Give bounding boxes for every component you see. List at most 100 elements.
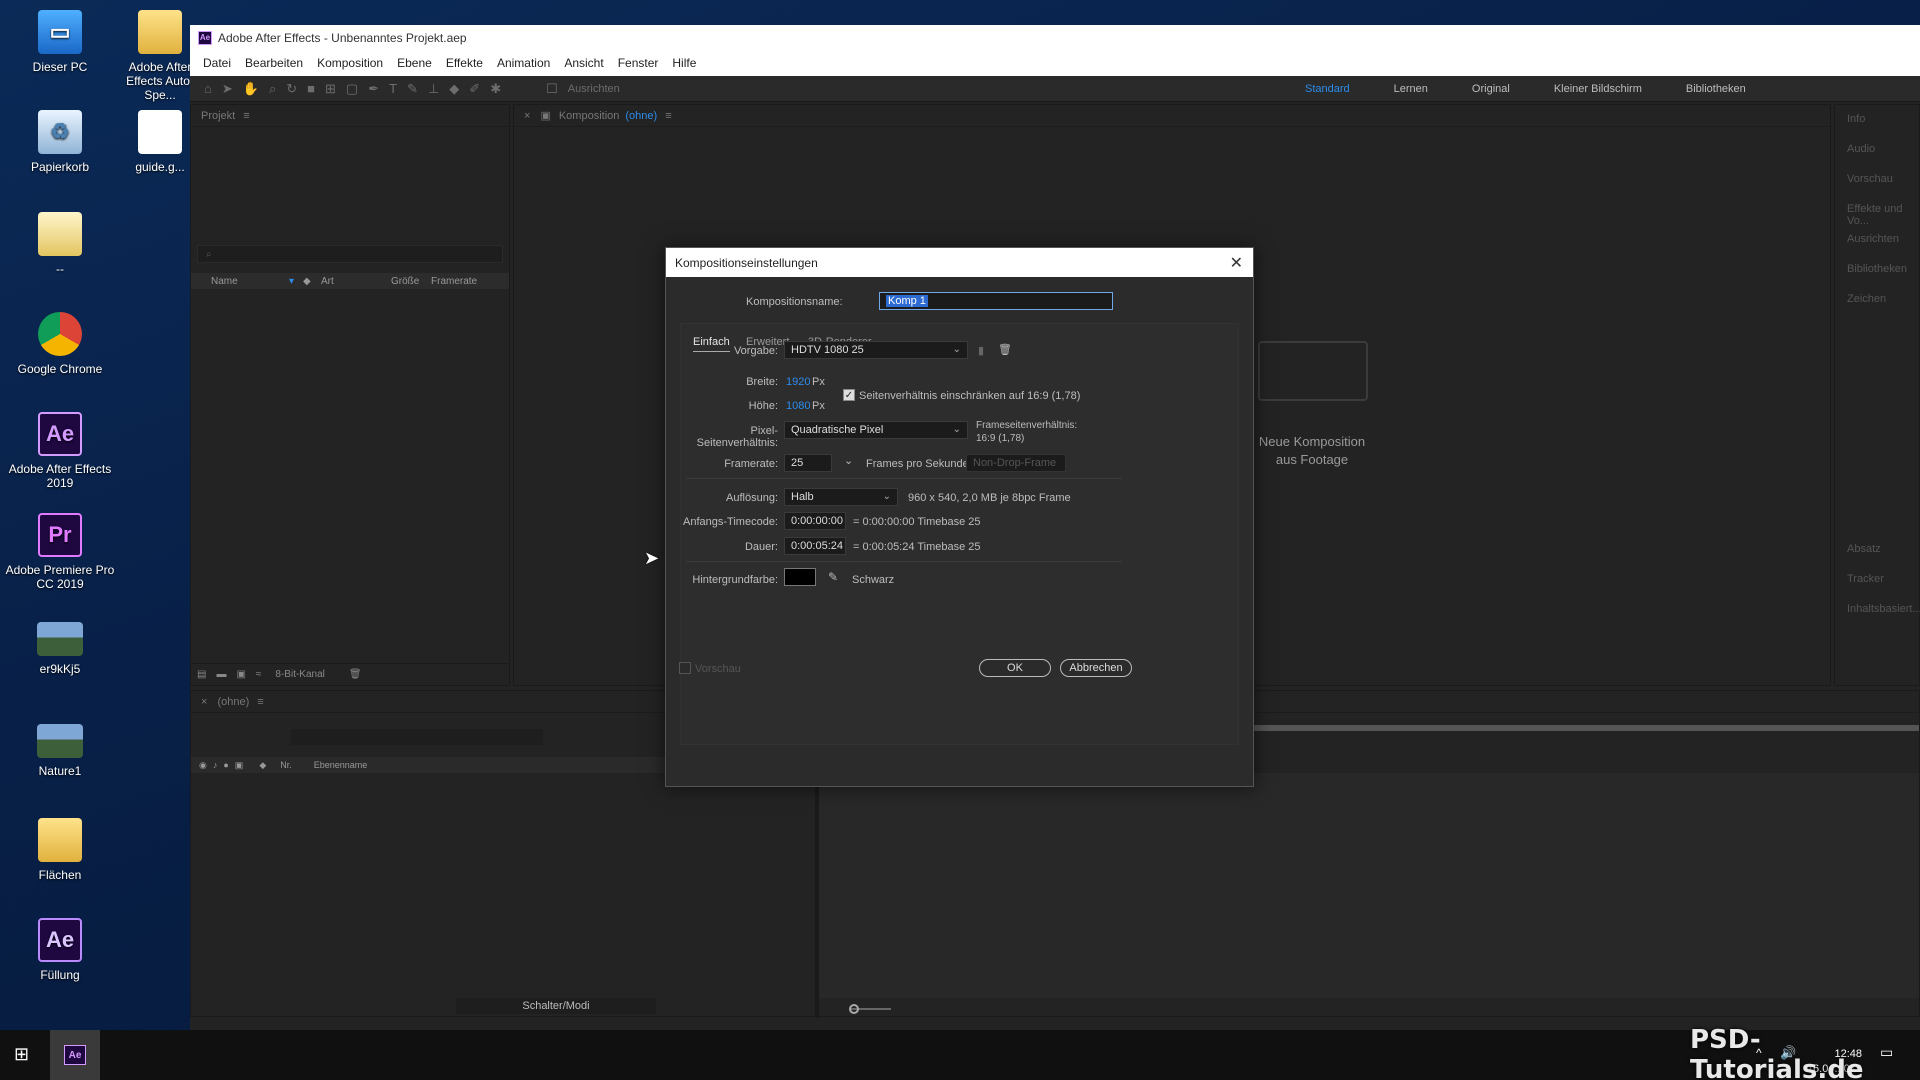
windows-start-icon[interactable]: ⊞ xyxy=(14,1044,29,1065)
width-value[interactable]: 1920 xyxy=(786,376,810,388)
background-color-swatch[interactable] xyxy=(784,568,816,586)
camera-tool-icon[interactable]: ■ xyxy=(307,81,315,96)
menu-icon[interactable]: ≡ xyxy=(243,110,249,122)
column-art[interactable]: Art xyxy=(321,276,391,287)
pixel-aspect-select[interactable]: Quadratische Pixel ⌄ xyxy=(784,421,968,439)
panel-inhaltsbasiert[interactable]: Inhaltsbasiert... xyxy=(1847,603,1920,615)
label-icon[interactable]: ◆ xyxy=(259,760,266,771)
trash-icon[interactable]: 🗑 xyxy=(349,669,362,680)
menu-icon[interactable]: ≡ xyxy=(665,110,671,122)
column-name[interactable]: Name xyxy=(211,276,289,287)
hand-tool-icon[interactable]: ✋ xyxy=(243,81,259,97)
workspace-original[interactable]: Original xyxy=(1472,83,1510,95)
panel-info[interactable]: Info xyxy=(1847,113,1865,125)
label-icon[interactable]: ◆ xyxy=(303,276,321,287)
switches-modes-toggle[interactable]: Schalter/Modi xyxy=(456,998,656,1014)
timeline-tab[interactable]: (ohne) xyxy=(217,696,249,708)
audio-icon[interactable]: ♪ xyxy=(213,760,218,770)
menu-komposition[interactable]: Komposition xyxy=(317,56,383,70)
new-comp-footage-icon[interactable] xyxy=(1258,341,1368,401)
column-groesse[interactable]: Größe xyxy=(391,276,431,287)
close-icon[interactable]: × xyxy=(524,110,530,122)
preview-checkbox[interactable] xyxy=(679,662,691,674)
desktop-icon-after-effects[interactable]: Ae Adobe After Effects 2019 xyxy=(0,412,120,490)
workspace-bibliotheken[interactable]: Bibliotheken xyxy=(1686,83,1746,95)
start-timecode-input[interactable]: 0:00:00:00 xyxy=(784,512,846,530)
close-icon[interactable]: ✕ xyxy=(1230,253,1243,273)
composition-name[interactable]: (ohne) xyxy=(625,110,657,122)
workspace-standard[interactable]: Standard xyxy=(1305,83,1350,95)
desktop-icon-recycle-bin[interactable]: ♻ Papierkorb xyxy=(0,110,120,174)
panel-ausrichten[interactable]: Ausrichten xyxy=(1847,233,1899,245)
menu-bearbeiten[interactable]: Bearbeiten xyxy=(245,56,303,70)
pen-tool-icon[interactable]: ✒ xyxy=(368,81,379,97)
menu-effekte[interactable]: Effekte xyxy=(446,56,483,70)
pan-behind-tool-icon[interactable]: ⊞ xyxy=(325,81,336,97)
work-area-bar[interactable] xyxy=(1254,725,1919,731)
project-search-input[interactable]: ⌕ xyxy=(197,245,503,263)
lock-aspect-checkbox[interactable]: ✓ xyxy=(843,389,855,401)
rotate-tool-icon[interactable]: ↻ xyxy=(286,81,297,97)
sort-icon[interactable]: ▾ xyxy=(289,276,303,287)
desktop-icon-er9kkj5[interactable]: er9kKj5 xyxy=(0,622,120,676)
menu-datei[interactable]: Datei xyxy=(203,56,231,70)
bit-depth-label[interactable]: 8-Bit-Kanal xyxy=(275,669,324,680)
timeline-track-area[interactable] xyxy=(819,773,1919,998)
home-icon[interactable]: ⌂ xyxy=(204,81,212,96)
workspace-kleiner-bildschirm[interactable]: Kleiner Bildschirm xyxy=(1554,83,1642,95)
zoom-tool-icon[interactable]: ⌕ xyxy=(269,81,276,97)
desktop-icon-flaechen[interactable]: Flächen xyxy=(0,818,120,882)
height-value[interactable]: 1080 xyxy=(786,400,810,412)
timeline-search-input[interactable] xyxy=(291,729,543,745)
new-comp-from-footage-label[interactable]: Neue Komposition aus Footage xyxy=(1252,433,1372,469)
desktop-icon-chrome[interactable]: Google Chrome xyxy=(0,312,120,376)
cancel-button[interactable]: Abbrechen xyxy=(1060,659,1132,677)
desktop-icon-dashes[interactable]: -- xyxy=(0,212,120,276)
column-nr[interactable]: Nr. xyxy=(280,760,292,770)
new-comp-icon[interactable]: ▣ xyxy=(236,669,245,680)
duration-input[interactable]: 0:00:05:24 xyxy=(784,537,846,555)
column-framerate[interactable]: Framerate xyxy=(431,276,477,287)
eraser-tool-icon[interactable]: ◆ xyxy=(449,81,459,97)
rectangle-tool-icon[interactable]: ▢ xyxy=(346,81,358,97)
desktop-icon-ae-autosave[interactable]: Adobe After Effects Auto-Spe... xyxy=(120,10,200,102)
interpret-footage-icon[interactable]: ▤ xyxy=(197,669,206,680)
desktop-icon-premiere[interactable]: Pr Adobe Premiere Pro CC 2019 xyxy=(0,513,120,591)
ok-button[interactable]: OK xyxy=(979,659,1051,677)
puppet-tool-icon[interactable]: ✱ xyxy=(490,81,501,97)
new-folder-icon[interactable]: ▬ xyxy=(216,669,226,680)
menu-ebene[interactable]: Ebene xyxy=(397,56,432,70)
flowchart-icon[interactable]: ≈ xyxy=(256,669,262,680)
desktop-icon-fuellung[interactable]: Ae Füllung xyxy=(0,918,120,982)
resolution-select[interactable]: Halb ⌄ xyxy=(784,488,898,506)
workspace-lernen[interactable]: Lernen xyxy=(1394,83,1428,95)
column-ebenenname[interactable]: Ebenenname xyxy=(314,760,368,770)
brush-tool-icon[interactable]: ✎ xyxy=(407,81,418,97)
panel-bibliotheken[interactable]: Bibliotheken xyxy=(1847,263,1907,275)
framerate-dropdown-icon[interactable]: ⌄ xyxy=(844,454,853,467)
menu-icon[interactable]: ≡ xyxy=(257,696,263,708)
desktop-icon-this-pc[interactable]: ▭ Dieser PC xyxy=(0,10,120,74)
menu-fenster[interactable]: Fenster xyxy=(618,56,659,70)
menu-animation[interactable]: Animation xyxy=(497,56,550,70)
selection-tool-icon[interactable]: ➤ xyxy=(222,81,233,97)
preset-select[interactable]: HDTV 1080 25 ⌄ xyxy=(784,341,968,359)
project-panel-title[interactable]: Projekt xyxy=(201,110,235,122)
panel-audio[interactable]: Audio xyxy=(1847,143,1875,155)
close-icon[interactable]: × xyxy=(201,696,207,708)
panel-zeichen[interactable]: Zeichen xyxy=(1847,293,1886,305)
eyedropper-icon[interactable]: ✎ xyxy=(828,570,838,584)
roto-brush-icon[interactable]: ✐ xyxy=(469,81,480,97)
text-tool-icon[interactable]: T xyxy=(389,81,397,96)
delete-preset-icon[interactable]: 🗑 xyxy=(998,343,1012,356)
composition-panel-title[interactable]: Komposition xyxy=(559,110,620,122)
framerate-input[interactable]: 25 xyxy=(784,454,832,472)
solo-icon[interactable]: ● xyxy=(223,760,228,770)
panel-absatz[interactable]: Absatz xyxy=(1847,543,1881,555)
stamp-tool-icon[interactable]: ⊥ xyxy=(428,81,439,97)
comp-name-input[interactable]: Komp 1 xyxy=(879,292,1113,310)
panel-vorschau[interactable]: Vorschau xyxy=(1847,173,1893,185)
zoom-slider-handle[interactable] xyxy=(849,1004,859,1014)
panel-effekte[interactable]: Effekte und Vo... xyxy=(1847,203,1919,227)
ausrichten-checkbox[interactable]: ☐ xyxy=(546,81,558,97)
